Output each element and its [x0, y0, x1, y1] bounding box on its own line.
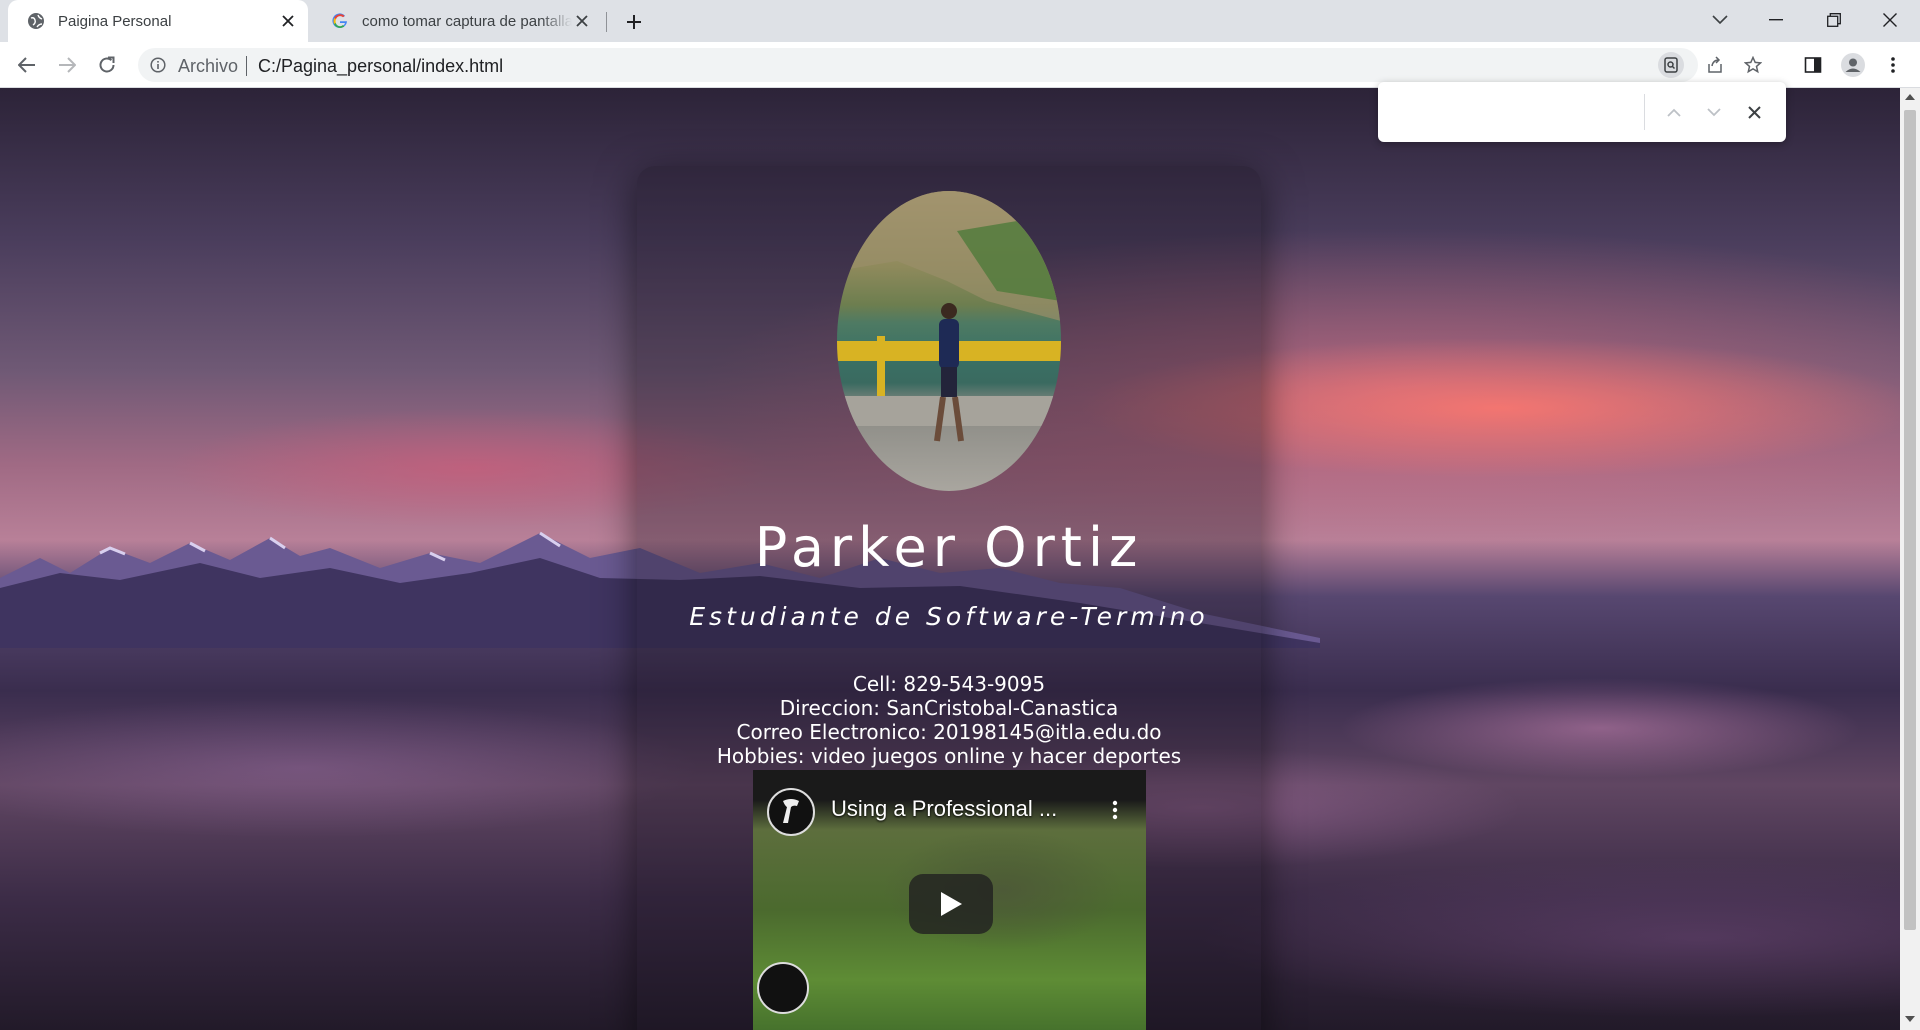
- scheme-separator: [246, 56, 247, 76]
- window-close-icon[interactable]: [1870, 4, 1910, 36]
- find-separator: [1644, 94, 1645, 130]
- youtube-embed[interactable]: Using a Professional ...: [753, 770, 1146, 1030]
- globe-icon: [26, 11, 46, 31]
- profile-name: Parker Ortiz: [754, 516, 1144, 579]
- tab-captura[interactable]: como tomar captura de pantalla en: [312, 0, 602, 42]
- info-email: Correo Electronico: 20198145@itla.edu.do: [736, 720, 1162, 744]
- scroll-up-arrow-icon[interactable]: [1905, 94, 1915, 100]
- tab-title: como tomar captura de pantalla en: [362, 12, 572, 30]
- scroll-down-arrow-icon[interactable]: [1905, 1016, 1915, 1022]
- scroll-thumb[interactable]: [1904, 110, 1916, 930]
- find-input[interactable]: [1388, 92, 1692, 134]
- share-icon[interactable]: [1702, 52, 1728, 78]
- video-title[interactable]: Using a Professional ...: [831, 796, 1057, 822]
- profile-card: Parker Ortiz Estudiante de Software-Term…: [637, 166, 1261, 1030]
- minimize-icon[interactable]: [1756, 4, 1796, 36]
- more-vert-icon[interactable]: [1103, 796, 1127, 824]
- info-hobbies: Hobbies: video juegos online y hacer dep…: [716, 744, 1182, 768]
- new-tab-plus-icon[interactable]: [622, 10, 646, 34]
- tab-pagina-personal[interactable]: Paigina Personal: [8, 0, 308, 42]
- forward-arrow-icon[interactable]: [52, 50, 82, 80]
- profile-subtitle: Estudiante de Software-Termino: [689, 602, 1209, 631]
- bookmark-star-icon[interactable]: [1740, 52, 1766, 78]
- find-in-page-icon[interactable]: [1658, 52, 1684, 78]
- find-previous-chevron-up-icon[interactable]: [1660, 98, 1688, 126]
- reload-icon[interactable]: [92, 50, 122, 80]
- find-next-chevron-down-icon[interactable]: [1700, 98, 1728, 126]
- tab-search-chevron-down-icon[interactable]: [1700, 4, 1740, 36]
- find-close-icon[interactable]: [1740, 98, 1768, 126]
- menu-kebab-icon[interactable]: [1880, 52, 1906, 78]
- play-button[interactable]: [909, 874, 993, 934]
- tab-strip: Paigina Personal como tomar captura de p…: [0, 0, 1920, 42]
- address-bar[interactable]: Archivo C:/Pagina_personal/index.html: [138, 48, 1762, 82]
- find-bar: [1378, 82, 1786, 142]
- page-background: Parker Ortiz Estudiante de Software-Term…: [0, 88, 1900, 1030]
- info-icon[interactable]: [150, 57, 166, 73]
- google-icon: [330, 11, 350, 31]
- info-address: Direccion: SanCristobal-Canastica: [779, 696, 1119, 720]
- tab-title: Paigina Personal: [58, 12, 172, 30]
- channel-watermark: [757, 962, 809, 1014]
- tab-close-icon[interactable]: [572, 11, 592, 31]
- profile-photo: [837, 191, 1061, 491]
- contact-info: Cell: 829-543-9095 Direccion: SanCristob…: [637, 672, 1261, 768]
- scheme-label: Archivo: [178, 56, 239, 76]
- restore-icon[interactable]: [1814, 4, 1854, 36]
- profile-avatar-icon[interactable]: [1840, 52, 1866, 78]
- back-arrow-icon[interactable]: [12, 50, 42, 80]
- channel-logo[interactable]: [767, 788, 815, 836]
- tab-separator: [606, 12, 607, 32]
- info-cell: Cell: 829-543-9095: [852, 672, 1046, 696]
- vertical-scrollbar[interactable]: [1900, 88, 1920, 1030]
- url-text[interactable]: C:/Pagina_personal/index.html: [258, 56, 503, 77]
- side-panel-icon[interactable]: [1800, 52, 1826, 78]
- tab-close-icon[interactable]: [278, 11, 298, 31]
